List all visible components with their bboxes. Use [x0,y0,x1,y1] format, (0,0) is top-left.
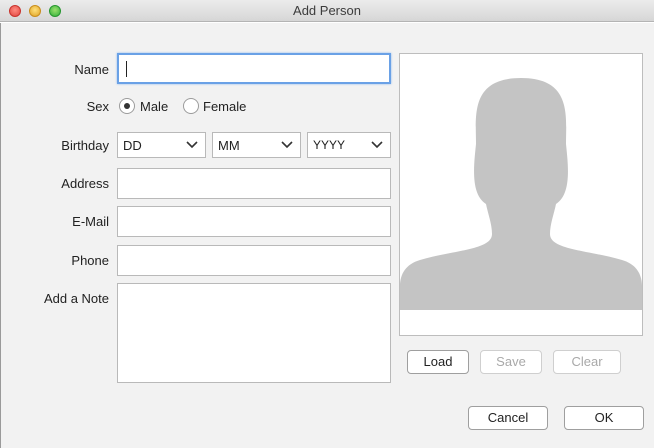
chevron-down-icon [281,141,293,149]
sex-female-radio[interactable] [183,98,199,114]
email-input[interactable] [117,206,391,237]
load-photo-button[interactable]: Load [407,350,469,374]
sex-male-radio[interactable] [119,98,135,114]
sex-male-label[interactable]: Male [140,99,168,114]
sex-female-label[interactable]: Female [203,99,246,114]
address-label: Address [61,176,109,191]
name-input[interactable] [117,53,391,84]
save-photo-button[interactable]: Save [480,350,542,374]
birthday-year-value: YYYY [313,138,346,152]
person-silhouette-icon [400,78,642,310]
clear-photo-button[interactable]: Clear [553,350,621,374]
note-textarea[interactable] [117,283,391,383]
window-title: Add Person [293,3,361,18]
photo-frame [399,53,643,336]
birthday-day-value: DD [123,138,142,153]
address-input[interactable] [117,168,391,199]
chevron-down-icon [371,141,383,149]
phone-label: Phone [71,253,109,268]
text-caret [126,61,127,77]
sex-label: Sex [86,99,109,114]
name-label: Name [74,62,109,77]
title-bar: Add Person [0,0,654,22]
birthday-month-select[interactable]: MM [212,132,301,158]
dialog-content: Name Sex Male Female Birthday DD MM YYYY… [0,23,654,448]
birthday-label: Birthday [61,138,109,153]
email-label: E-Mail [72,214,109,229]
birthday-day-select[interactable]: DD [117,132,206,158]
birthday-year-select[interactable]: YYYY [307,132,391,158]
phone-input[interactable] [117,245,391,276]
ok-button[interactable]: OK [564,406,644,430]
cancel-button[interactable]: Cancel [468,406,548,430]
birthday-month-value: MM [218,138,240,153]
chevron-down-icon [186,141,198,149]
radio-selected-dot [124,103,130,109]
note-label: Add a Note [43,291,109,306]
